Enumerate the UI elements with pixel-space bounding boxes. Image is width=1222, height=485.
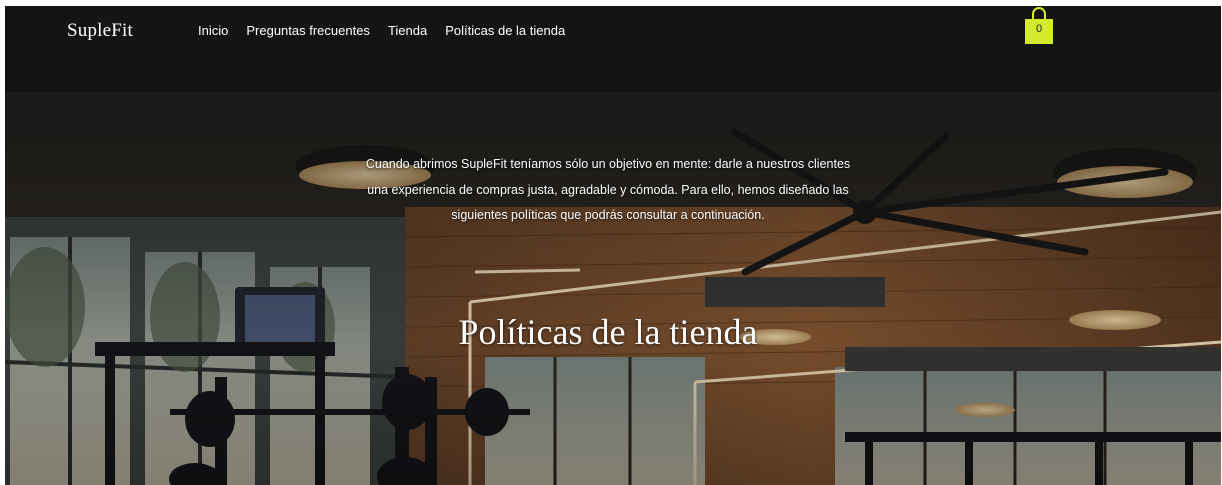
hero-section: Cuando abrimos SupleFit teníamos sólo un… — [5, 127, 1221, 485]
main-navigation: Inicio Preguntas frecuentes Tienda Polít… — [198, 23, 565, 38]
cart-button[interactable]: 0 — [1023, 6, 1055, 46]
header-spacer — [5, 92, 1221, 127]
cart-count: 0 — [1035, 23, 1043, 35]
nav-item-inicio[interactable]: Inicio — [198, 23, 228, 38]
nav-item-preguntas-frecuentes[interactable]: Preguntas frecuentes — [246, 23, 370, 38]
page: SupleFit Inicio Preguntas frecuentes Tie… — [5, 6, 1221, 485]
site-logo[interactable]: SupleFit — [67, 20, 133, 42]
site-header: SupleFit Inicio Preguntas frecuentes Tie… — [5, 6, 1221, 92]
hero-intro-text: Cuando abrimos SupleFit teníamos sólo un… — [365, 157, 851, 222]
nav-item-tienda[interactable]: Tienda — [388, 23, 427, 38]
page-title: Políticas de la tienda — [458, 312, 758, 352]
nav-item-politicas[interactable]: Políticas de la tienda — [445, 23, 565, 38]
